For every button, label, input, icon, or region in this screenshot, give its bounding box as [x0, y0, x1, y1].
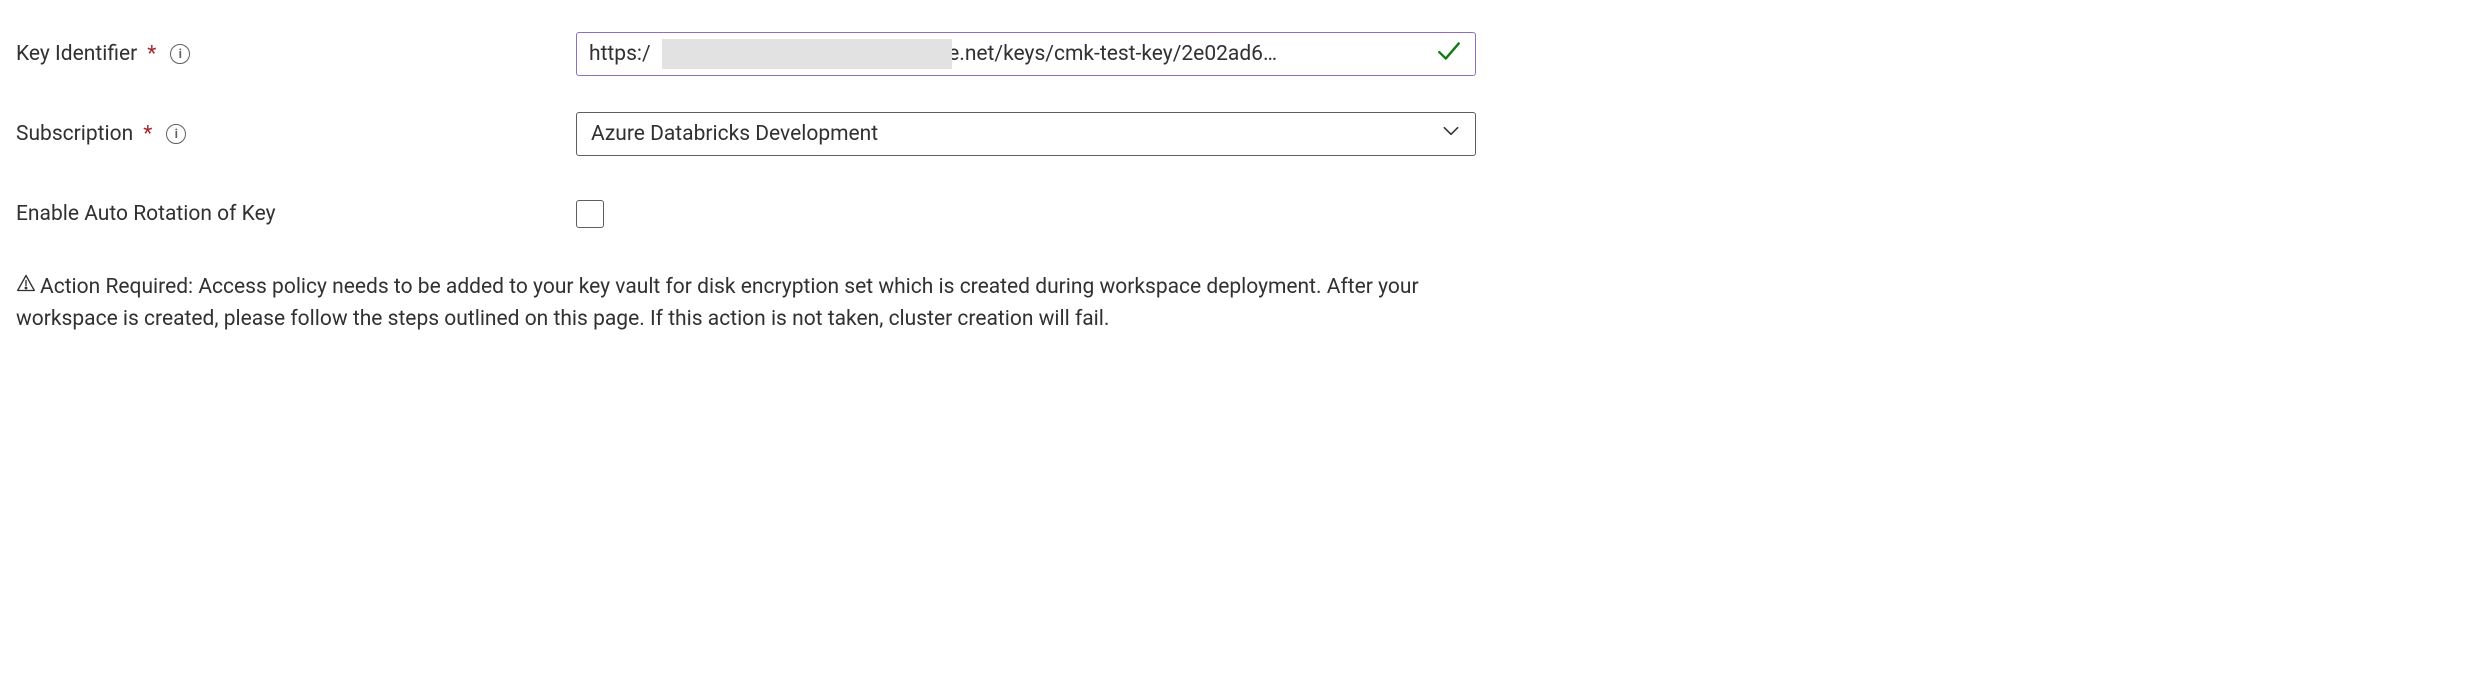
key-identifier-input[interactable] [576, 32, 1476, 76]
subscription-value: Azure Databricks Development [591, 122, 878, 146]
subscription-row: Subscription * i Azure Databricks Develo… [16, 112, 2459, 156]
key-identifier-row: Key Identifier * i [16, 32, 2459, 76]
auto-rotation-field [576, 200, 1476, 228]
auto-rotation-label: Enable Auto Rotation of Key [16, 202, 276, 226]
auto-rotation-label-group: Enable Auto Rotation of Key [16, 202, 576, 226]
required-indicator: * [147, 42, 156, 66]
required-indicator: * [143, 122, 152, 146]
action-required-warning: Action Required: Access policy needs to … [16, 272, 1446, 335]
key-identifier-input-wrapper [576, 32, 1476, 76]
subscription-field: Azure Databricks Development [576, 112, 1476, 156]
key-identifier-field [576, 32, 1476, 76]
subscription-label-group: Subscription * i [16, 122, 576, 146]
key-identifier-label: Key Identifier [16, 42, 137, 66]
auto-rotation-checkbox[interactable] [576, 200, 604, 228]
subscription-label: Subscription [16, 122, 133, 146]
chevron-down-icon [1441, 121, 1461, 147]
warning-text: Action Required: Access policy needs to … [16, 275, 1419, 331]
subscription-select[interactable]: Azure Databricks Development [576, 112, 1476, 156]
info-icon[interactable]: i [170, 44, 190, 64]
warning-icon [16, 272, 36, 304]
info-icon[interactable]: i [166, 124, 186, 144]
auto-rotation-row: Enable Auto Rotation of Key [16, 192, 2459, 236]
key-identifier-label-group: Key Identifier * i [16, 42, 576, 66]
